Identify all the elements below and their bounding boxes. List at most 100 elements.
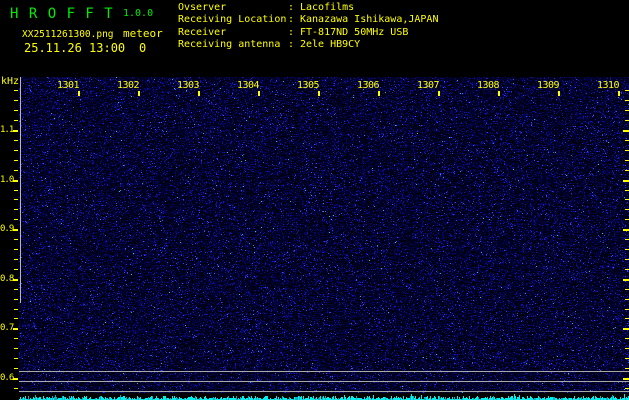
freq-tick [625, 170, 629, 171]
time-tick [558, 91, 560, 96]
freq-tick [623, 229, 629, 231]
info-value: Lacofilms [300, 2, 355, 13]
time-axis-label: 1303 [177, 80, 200, 91]
freq-tick [14, 239, 18, 240]
info-separator: : [288, 26, 295, 38]
time-axis-label: 1310 [597, 80, 620, 91]
freq-tick [14, 209, 18, 210]
time-tick [498, 91, 500, 96]
freq-tick [13, 279, 18, 281]
time-axis-label: 1307 [417, 80, 440, 91]
time-axis-label: 1304 [237, 80, 260, 91]
info-row: Receiving antenna:2ele HB9CY [178, 39, 438, 51]
time-tick [618, 91, 620, 96]
freq-tick [14, 309, 18, 310]
echo-count: 0 [139, 41, 147, 55]
time-tick [258, 91, 260, 96]
info-value: Kanazawa Ishikawa,JAPAN [300, 14, 439, 26]
freq-tick [625, 388, 629, 389]
freq-tick [14, 269, 18, 270]
time-axis-label: 1305 [297, 80, 320, 91]
freq-tick [625, 338, 629, 339]
freq-tick [625, 289, 629, 290]
freq-tick [625, 239, 629, 240]
freq-tick [625, 120, 629, 121]
freq-tick [14, 259, 18, 260]
info-label: Ovserver [178, 2, 227, 13]
freq-tick [623, 378, 629, 380]
freq-tick [625, 160, 629, 161]
freq-tick [625, 140, 629, 141]
hrofft-screen: H R O F F T 1.0.0 XX2511261300.png meteo… [0, 0, 629, 400]
freq-tick [14, 299, 18, 300]
freq-tick [14, 190, 18, 191]
freq-tick [14, 160, 18, 161]
app-version: 1.0.0 [123, 8, 154, 19]
freq-tick [625, 110, 629, 111]
freq-tick [14, 150, 18, 151]
reference-line [19, 391, 629, 392]
app-title: H R O F F T [10, 6, 114, 22]
info-value: 2ele HB9CY [300, 39, 361, 51]
time-tick [78, 91, 80, 96]
time-axis-label: 1301 [57, 80, 80, 91]
freq-tick [14, 90, 18, 91]
info-separator: : [288, 39, 295, 51]
freq-tick [625, 348, 629, 349]
freq-tick [623, 180, 629, 182]
output-filename: XX2511261300.png [22, 29, 114, 40]
freq-tick [625, 190, 629, 191]
time-tick [318, 91, 320, 96]
freq-tick [625, 90, 629, 91]
freq-tick [625, 219, 629, 220]
freq-tick [14, 338, 18, 339]
freq-tick [625, 368, 629, 369]
reference-line [19, 371, 629, 372]
freq-tick [625, 259, 629, 260]
freq-tick [625, 209, 629, 210]
time-tick [138, 91, 140, 96]
time-tick [198, 91, 200, 96]
freq-tick [14, 199, 18, 200]
info-separator: : [288, 2, 295, 13]
freq-tick [14, 318, 18, 319]
freq-tick [13, 229, 18, 231]
freq-tick [14, 219, 18, 220]
freq-tick [13, 130, 18, 132]
freq-tick [14, 368, 18, 369]
freq-tick [13, 378, 18, 380]
info-label: Receiver [178, 26, 227, 38]
freq-tick [14, 120, 18, 121]
freq-tick [13, 180, 18, 182]
freq-tick [14, 100, 18, 101]
freq-tick [14, 170, 18, 171]
freq-tick [14, 388, 18, 389]
observer-info-block: Ovserver: Lacofilms Receiving Location: Kan… [178, 2, 438, 52]
freq-tick [623, 279, 629, 281]
freq-tick [625, 309, 629, 310]
freq-tick [625, 249, 629, 250]
freq-tick [625, 358, 629, 359]
spectrogram-noise-canvas [19, 77, 629, 393]
freq-axis-unit: kHz [1, 76, 20, 87]
freq-tick [14, 140, 18, 141]
reference-line [19, 381, 629, 382]
info-label: Receiving Location [178, 14, 287, 26]
freq-tick [13, 328, 18, 330]
info-value: FT-817ND 50MHz USB [300, 26, 409, 38]
info-separator: : [288, 14, 295, 26]
left-edge-reference-line [20, 77, 21, 303]
freq-tick [623, 328, 629, 330]
freq-tick [623, 130, 629, 132]
freq-tick [625, 269, 629, 270]
time-tick [438, 91, 440, 96]
info-row: Ovserver: Lacofilms [178, 2, 438, 14]
time-axis-label: 1306 [357, 80, 380, 91]
frame-timestamp: 25.11.26 13:00 [24, 41, 126, 55]
freq-tick [14, 110, 18, 111]
signal-level-trace-canvas [19, 393, 629, 400]
time-axis-label: 1302 [117, 80, 140, 91]
freq-tick [14, 358, 18, 359]
time-axis-label: 1309 [537, 80, 560, 91]
freq-tick [625, 100, 629, 101]
